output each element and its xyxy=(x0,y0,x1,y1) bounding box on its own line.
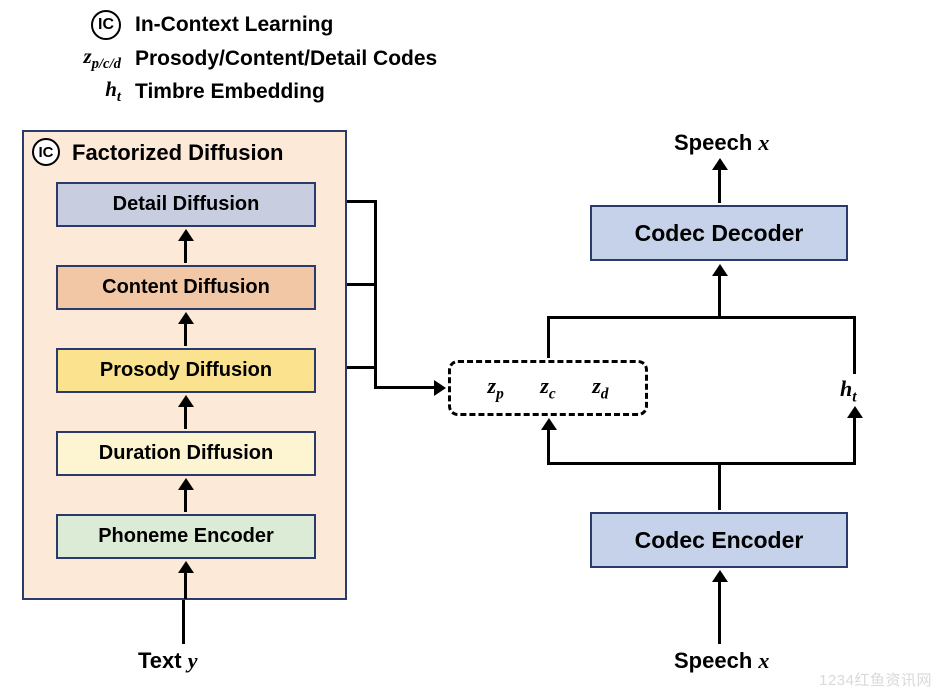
codec-encoder-block: Codec Encoder xyxy=(590,512,848,568)
arrow-up-icon xyxy=(178,478,194,490)
ht-label: ht xyxy=(840,376,857,406)
arrow-up-icon xyxy=(178,395,194,407)
legend-symbol-codes: zp/c/d xyxy=(45,44,135,73)
arrow-line xyxy=(374,200,377,389)
panel-title: Factorized Diffusion xyxy=(72,140,283,166)
panel-ic-badge-icon: IC xyxy=(32,138,60,166)
duration-diffusion-block: Duration Diffusion xyxy=(56,431,316,476)
arrow-up-icon xyxy=(541,418,557,430)
legend-symbol-ic: IC xyxy=(45,10,135,40)
factorized-diffusion-panel: IC Factorized Diffusion Detail Diffusion… xyxy=(22,130,347,600)
prosody-diffusion-block: Prosody Diffusion xyxy=(56,348,316,393)
codec-decoder-block: Codec Decoder xyxy=(590,205,848,261)
arrow-line xyxy=(347,200,377,203)
arrow-up-icon xyxy=(712,158,728,170)
zp-code: zp xyxy=(488,373,504,403)
phoneme-encoder-block: Phoneme Encoder xyxy=(56,514,316,559)
arrow-line xyxy=(547,316,856,319)
zd-code: zd xyxy=(592,373,608,403)
legend-label-codes: Prosody/Content/Detail Codes xyxy=(135,47,437,71)
arrow-line xyxy=(184,407,187,429)
arrow-line xyxy=(547,430,550,462)
watermark: 1234红鱼资讯网 xyxy=(819,669,932,690)
legend: IC In-Context Learning zp/c/d Prosody/Co… xyxy=(45,10,437,110)
zc-code: zc xyxy=(540,373,555,403)
legend-row-ic: IC In-Context Learning xyxy=(45,10,437,40)
arrow-line xyxy=(718,170,721,203)
arrow-line xyxy=(184,490,187,512)
content-diffusion-block: Content Diffusion xyxy=(56,265,316,310)
arrow-line xyxy=(184,324,187,346)
arrow-line xyxy=(374,386,434,389)
legend-label-ic: In-Context Learning xyxy=(135,13,333,37)
arrow-line xyxy=(347,283,377,286)
arrow-up-icon xyxy=(178,312,194,324)
arrow-up-icon xyxy=(712,570,728,582)
arrow-line xyxy=(853,316,856,374)
arrow-line xyxy=(184,573,187,599)
arrow-line xyxy=(547,462,856,465)
speech-x-output-label: Speech x xyxy=(674,130,769,156)
arrow-line xyxy=(718,462,721,510)
legend-label-timbre: Timbre Embedding xyxy=(135,80,325,104)
text-y-label: Text y xyxy=(138,648,197,674)
arrow-line xyxy=(184,241,187,263)
legend-row-timbre: ht Timbre Embedding xyxy=(45,77,437,106)
arrow-line xyxy=(718,582,721,644)
speech-x-input-label: Speech x xyxy=(674,648,769,674)
arrow-right-icon xyxy=(434,380,446,396)
arrow-up-icon xyxy=(712,264,728,276)
arrow-up-icon xyxy=(178,561,194,573)
legend-row-codes: zp/c/d Prosody/Content/Detail Codes xyxy=(45,44,437,73)
arrow-line xyxy=(853,418,856,462)
detail-diffusion-block: Detail Diffusion xyxy=(56,182,316,227)
legend-symbol-timbre: ht xyxy=(45,77,135,106)
ic-badge-icon: IC xyxy=(91,10,121,40)
arrow-up-icon xyxy=(847,406,863,418)
codes-box: zp zc zd xyxy=(448,360,648,416)
arrow-line xyxy=(718,276,721,316)
arrow-line xyxy=(182,600,185,644)
arrow-line xyxy=(547,316,550,358)
arrow-up-icon xyxy=(178,229,194,241)
arrow-line xyxy=(347,366,377,369)
